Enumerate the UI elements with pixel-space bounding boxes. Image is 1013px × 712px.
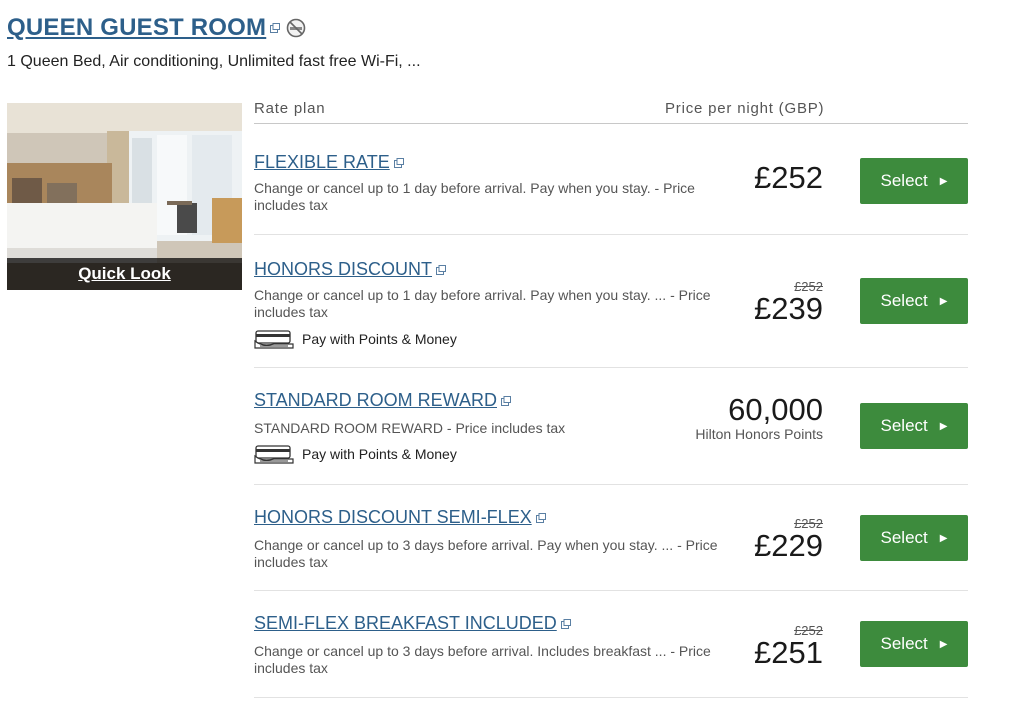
price: £252 — [754, 160, 823, 195]
pay-with-points: Pay with Points & Money — [254, 329, 457, 349]
quick-look-link[interactable]: Quick Look — [78, 264, 171, 284]
price-block: £252 — [754, 162, 823, 194]
pay-with-points-label: Pay with Points & Money — [302, 331, 457, 347]
select-label: Select — [880, 634, 928, 653]
rate-description: Change or cancel up to 1 day before arri… — [254, 180, 695, 213]
external-link-icon[interactable] — [270, 23, 281, 33]
rate-name-text[interactable]: STANDARD ROOM REWARD — [254, 390, 497, 411]
points-money-icon — [254, 445, 294, 464]
rate-row: STANDARD ROOM REWARD STANDARD ROOM REWAR… — [254, 368, 968, 485]
external-link-icon[interactable] — [436, 264, 447, 275]
external-link-icon[interactable] — [501, 395, 511, 406]
rates-table: Rate plan Price per night (GBP) FLEXIBLE… — [254, 96, 968, 698]
rate-description: STANDARD ROOM REWARD - Price includes ta… — [254, 420, 566, 436]
select-button[interactable]: Select ▶ — [860, 621, 968, 667]
caret-right-icon: ▶ — [939, 532, 948, 544]
caret-right-icon: ▶ — [939, 420, 948, 432]
select-button[interactable]: Select ▶ — [860, 403, 968, 449]
price: 60,000 — [728, 392, 823, 427]
select-button[interactable]: Select ▶ — [860, 158, 968, 204]
price-block: £252 £239 — [754, 280, 823, 325]
external-link-icon[interactable] — [393, 157, 404, 168]
rate-row: HONORS DISCOUNT SEMI-FLEX Change or canc… — [254, 485, 968, 591]
no-smoking-icon — [286, 18, 306, 38]
price-block: £252 £229 — [754, 517, 823, 562]
room-title-link[interactable]: QUEEN GUEST ROOM — [7, 14, 266, 42]
price: £239 — [754, 291, 823, 326]
quick-look-bar[interactable]: Quick Look — [7, 258, 242, 290]
points-label: Hilton Honors Points — [695, 426, 823, 442]
rate-name-link[interactable]: FLEXIBLE RATE — [254, 152, 404, 173]
rate-name-link[interactable]: HONORS DISCOUNT — [254, 259, 447, 280]
room-photo[interactable]: Quick Look — [7, 103, 242, 290]
rate-name-text[interactable]: SEMI-FLEX BREAKFAST INCLUDED — [254, 613, 557, 634]
price-block: £252 £251 — [754, 624, 823, 669]
rate-row: FLEXIBLE RATE Change or cancel up to 1 d… — [254, 124, 968, 235]
pay-with-points-label: Pay with Points & Money — [302, 446, 457, 462]
room-description: 1 Queen Bed, Air conditioning, Unlimited… — [7, 53, 421, 70]
rate-plan-header: Rate plan — [254, 100, 326, 117]
external-link-icon[interactable] — [535, 512, 546, 523]
caret-right-icon: ▶ — [939, 295, 948, 307]
caret-right-icon: ▶ — [939, 175, 948, 187]
rate-name-text[interactable]: FLEXIBLE RATE — [254, 152, 390, 173]
select-label: Select — [880, 416, 928, 435]
price: £229 — [754, 528, 823, 563]
pay-with-points: Pay with Points & Money — [254, 444, 457, 464]
price-block: 60,000 Hilton Honors Points — [695, 392, 823, 443]
rate-name-text[interactable]: HONORS DISCOUNT — [254, 259, 432, 280]
room-header: QUEEN GUEST ROOM — [7, 14, 306, 42]
rate-name-text[interactable]: HONORS DISCOUNT SEMI-FLEX — [254, 507, 532, 528]
table-header: Rate plan Price per night (GBP) — [254, 96, 968, 124]
rate-description: Change or cancel up to 1 day before arri… — [254, 287, 711, 320]
rate-name-link[interactable]: HONORS DISCOUNT SEMI-FLEX — [254, 507, 546, 528]
rate-description: Change or cancel up to 3 days before arr… — [254, 537, 718, 570]
rate-row: HONORS DISCOUNT Change or cancel up to 1… — [254, 235, 968, 368]
rate-name-link[interactable]: STANDARD ROOM REWARD — [254, 390, 511, 411]
caret-right-icon: ▶ — [939, 638, 948, 650]
select-button[interactable]: Select ▶ — [860, 515, 968, 561]
select-label: Select — [880, 291, 928, 310]
rate-description: Change or cancel up to 3 days before arr… — [254, 643, 711, 676]
room-title-row: QUEEN GUEST ROOM — [7, 14, 306, 42]
rate-row: SEMI-FLEX BREAKFAST INCLUDED Change or c… — [254, 591, 968, 698]
select-label: Select — [880, 171, 928, 190]
select-button[interactable]: Select ▶ — [860, 278, 968, 324]
price-header: Price per night (GBP) — [665, 100, 825, 117]
points-money-icon — [254, 330, 294, 349]
external-link-icon[interactable] — [560, 618, 571, 629]
select-label: Select — [880, 528, 928, 547]
price: £251 — [754, 635, 823, 670]
rate-name-link[interactable]: SEMI-FLEX BREAKFAST INCLUDED — [254, 613, 571, 634]
